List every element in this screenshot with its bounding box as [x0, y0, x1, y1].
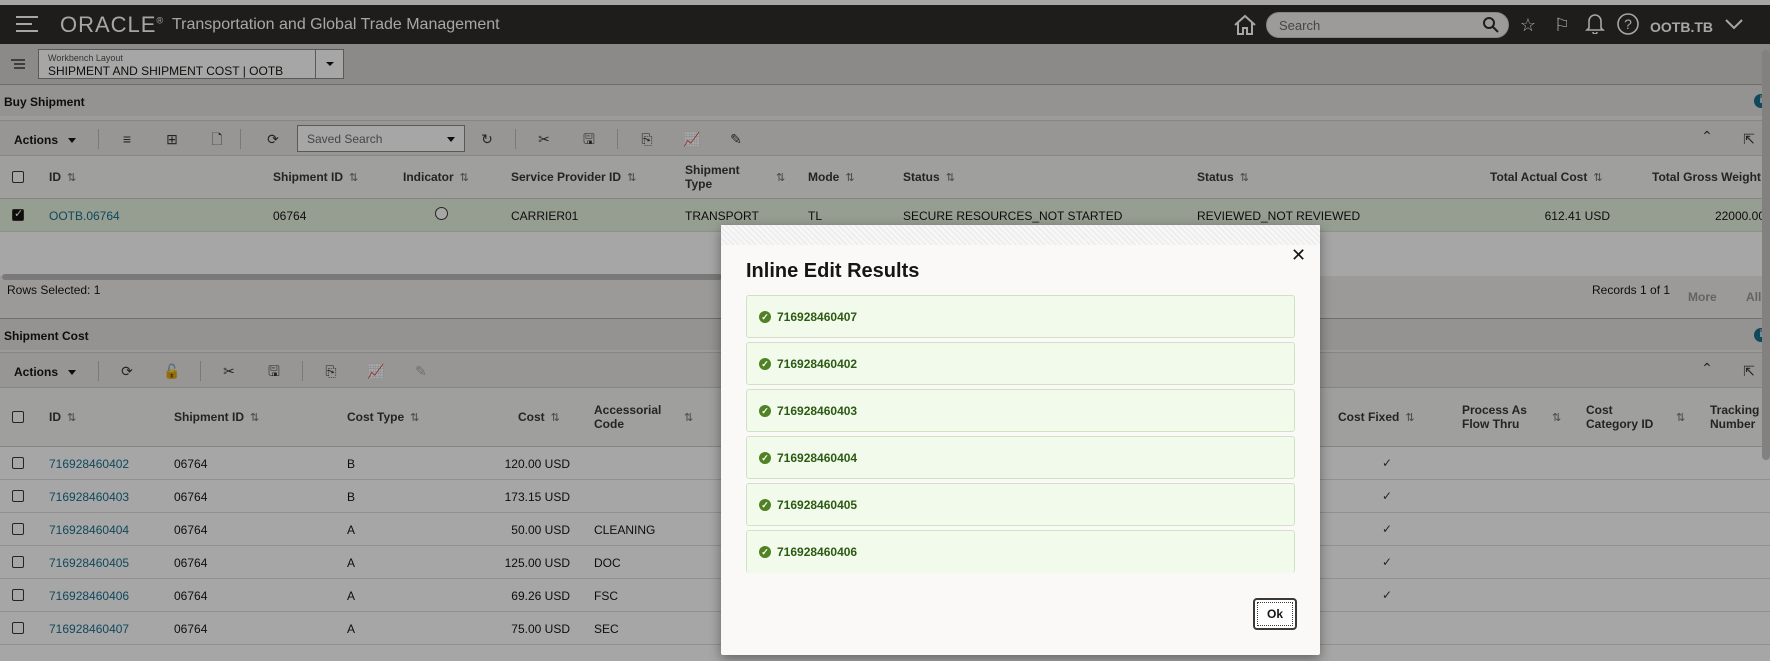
success-check-icon: ✓: [759, 546, 771, 558]
result-id: 716928460403: [777, 404, 858, 418]
result-id: 716928460406: [777, 545, 858, 559]
success-check-icon: ✓: [759, 499, 771, 511]
result-id: 716928460402: [777, 357, 858, 371]
result-id: 716928460407: [777, 310, 858, 324]
success-check-icon: ✓: [759, 452, 771, 464]
result-message: ✓ 716928460403: [746, 389, 1295, 432]
dialog-title: Inline Edit Results: [746, 260, 920, 282]
success-check-icon: ✓: [759, 311, 771, 323]
result-message: ✓ 716928460405: [746, 483, 1295, 526]
close-icon[interactable]: ✕: [1291, 245, 1306, 266]
dialog-drag-handle[interactable]: [721, 225, 1320, 245]
ok-button[interactable]: Ok: [1253, 598, 1297, 630]
inline-edit-results-dialog: Inline Edit Results ✕ ✓ 716928460407 ✓ 7…: [721, 225, 1320, 655]
result-id: 716928460404: [777, 451, 858, 465]
success-check-icon: ✓: [759, 358, 771, 370]
success-check-icon: ✓: [759, 405, 771, 417]
result-id: 716928460405: [777, 498, 858, 512]
result-message: ✓ 716928460407: [746, 295, 1295, 338]
result-message: ✓ 716928460406: [746, 530, 1295, 573]
result-message: ✓ 716928460404: [746, 436, 1295, 479]
result-message: ✓ 716928460402: [746, 342, 1295, 385]
